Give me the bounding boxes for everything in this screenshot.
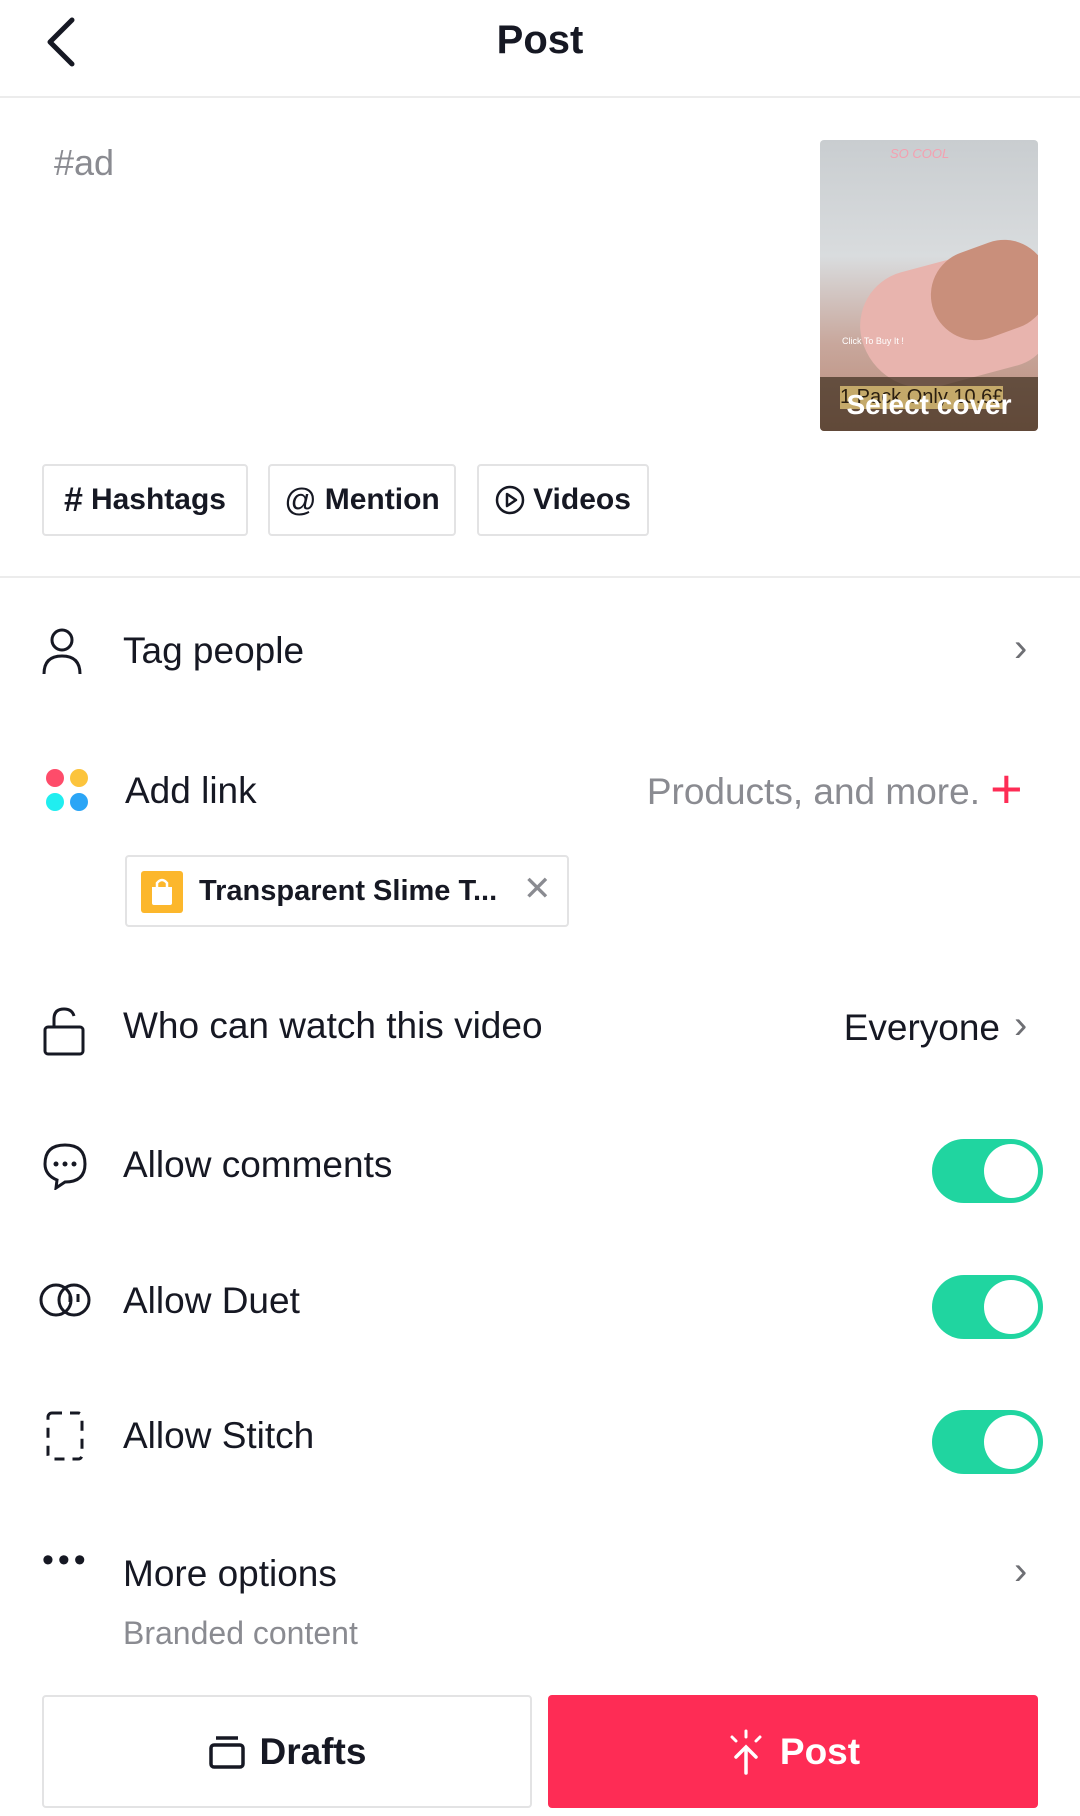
select-cover-button[interactable]: SO COOL Click To Buy It ! 1 Pack Only 10…: [820, 140, 1038, 431]
more-dots-icon: •••: [42, 1541, 90, 1579]
tag-people-label: Tag people: [123, 630, 305, 671]
allow-duet-toggle[interactable]: [932, 1275, 1043, 1339]
who-can-watch-row[interactable]: Who can watch this video Everyone ›: [0, 985, 1080, 1069]
chevron-right-icon: ›: [1014, 1003, 1028, 1047]
duet-icon: [39, 1283, 91, 1317]
post-button[interactable]: Post: [548, 1695, 1038, 1808]
caption-input[interactable]: #ad: [54, 142, 114, 184]
select-cover-label: Select cover: [846, 389, 1012, 420]
allow-duet-row: Allow Duet: [0, 1266, 1080, 1350]
plus-icon[interactable]: +: [990, 756, 1023, 821]
page-title: Post: [496, 18, 584, 62]
videos-label: Videos: [533, 483, 631, 516]
privacy-value: Everyone: [843, 1007, 1000, 1048]
drafts-icon: [208, 1735, 245, 1769]
hashtags-button[interactable]: # Hashtags: [42, 464, 248, 536]
allow-comments-toggle[interactable]: [932, 1139, 1043, 1203]
lock-icon: [43, 1007, 85, 1056]
add-link-row[interactable]: Add link Products, and more. +: [0, 750, 1080, 834]
cover-overlay-text: Click To Buy It !: [842, 336, 904, 346]
more-options-sub: Branded content: [123, 1615, 358, 1651]
at-icon: @: [284, 481, 317, 518]
allow-stitch-label: Allow Stitch: [123, 1415, 315, 1456]
who-can-watch-label: Who can watch this video: [123, 1005, 543, 1046]
videos-button[interactable]: Videos: [477, 464, 649, 536]
divider: [0, 576, 1080, 578]
post-label: Post: [779, 1730, 861, 1772]
drafts-label: Drafts: [259, 1730, 367, 1772]
shopping-bag-icon: [141, 871, 183, 913]
mention-label: Mention: [324, 483, 440, 516]
add-link-dots-icon: [46, 769, 88, 811]
tag-people-row[interactable]: Tag people ›: [0, 610, 1080, 694]
add-link-hint: Products, and more.: [646, 771, 980, 812]
cover-overlay-text: SO COOL: [890, 146, 950, 161]
mention-button[interactable]: @ Mention: [268, 464, 456, 536]
chevron-right-icon: ›: [1014, 626, 1028, 670]
hashtags-label: Hashtags: [90, 483, 226, 516]
hashtag-icon: #: [64, 480, 83, 519]
allow-duet-label: Allow Duet: [123, 1280, 300, 1321]
drafts-button[interactable]: Drafts: [42, 1695, 532, 1808]
chevron-right-icon: ›: [1014, 1549, 1028, 1593]
product-name: Transparent Slime T...: [199, 875, 498, 907]
allow-comments-label: Allow comments: [123, 1144, 393, 1185]
allow-stitch-row: Allow Stitch: [0, 1401, 1080, 1485]
add-link-label: Add link: [125, 770, 257, 811]
allow-comments-row: Allow comments: [0, 1130, 1080, 1214]
comment-icon: [43, 1143, 87, 1190]
more-options-label: More options: [123, 1553, 337, 1594]
product-chip[interactable]: Transparent Slime T... ✕: [125, 855, 569, 927]
more-options-row[interactable]: ••• More options Branded content ›: [0, 1535, 1080, 1655]
allow-stitch-toggle[interactable]: [932, 1410, 1043, 1474]
stitch-icon: [46, 1411, 84, 1461]
person-icon: [42, 628, 82, 675]
post-sparkle-icon: [730, 1729, 762, 1775]
play-circle-icon: [495, 485, 525, 515]
remove-product-icon[interactable]: ✕: [523, 869, 552, 909]
header-bar: Post: [0, 0, 1080, 98]
